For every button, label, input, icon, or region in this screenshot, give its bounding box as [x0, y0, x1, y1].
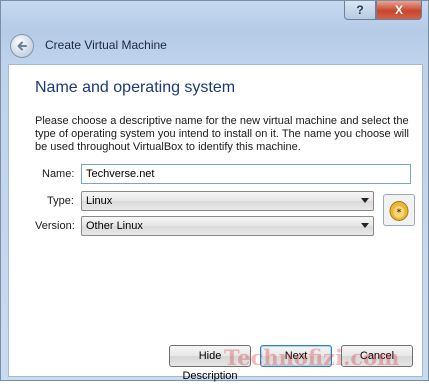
chevron-down-icon [361, 198, 369, 203]
version-select[interactable]: Other Linux [81, 216, 374, 236]
type-select-value: Linux [86, 195, 113, 207]
dialog-window: ? X Create Virtual Machine Name and oper… [0, 0, 429, 382]
help-button[interactable]: ? [344, 1, 376, 20]
help-icon: ? [356, 3, 364, 17]
dialog-title: Create Virtual Machine [45, 38, 167, 52]
chevron-down-icon [361, 223, 369, 228]
page-description: Please choose a descriptive name for the… [35, 115, 410, 153]
close-button[interactable]: X [376, 1, 422, 20]
wizard-page: Name and operating system Please choose … [8, 64, 423, 382]
type-label: Type: [47, 195, 74, 207]
version-label: Version: [35, 220, 75, 232]
page-heading: Name and operating system [35, 79, 236, 96]
back-button[interactable] [10, 34, 34, 58]
name-input[interactable]: Techverse.net [81, 164, 411, 184]
name-label: Name: [42, 168, 75, 180]
close-icon: X [394, 3, 403, 17]
linux-tux-icon: * [383, 194, 415, 226]
watermark: Technofizi.com [224, 345, 400, 370]
svg-text:*: * [397, 208, 402, 218]
type-select[interactable]: Linux [81, 191, 374, 211]
title-bar-buttons: ? X [344, 1, 422, 20]
back-arrow-icon [17, 41, 27, 51]
version-select-value: Other Linux [86, 220, 143, 232]
